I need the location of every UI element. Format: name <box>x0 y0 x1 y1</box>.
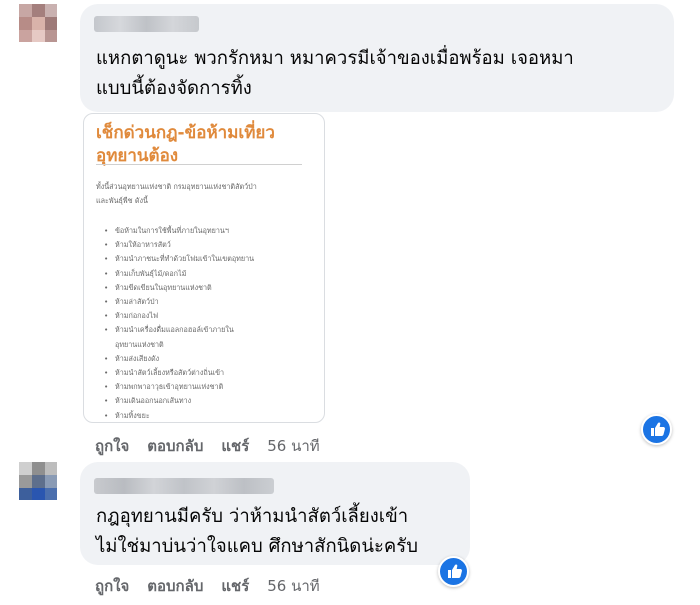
avatar-pixel <box>45 30 57 42</box>
author-name-blurred[interactable] <box>94 16 199 32</box>
rule-item-continuation: อุทยานแห่งชาติ <box>104 338 254 352</box>
timestamp[interactable]: 56 นาที <box>267 434 319 458</box>
comment-bubble[interactable]: แหกตาดูนะ พวกรักหมา หมาควรมีเจ้าของเมื่อ… <box>80 4 674 112</box>
rule-item: • ห้ามเดินออกนอกเส้นทาง <box>104 394 254 408</box>
comment-text-line: ไม่ใช่มาบ่นว่าใจแคบ ศึกษาสักนิดน่ะครับ <box>96 536 418 557</box>
image-title-line: อุทยานต้อง <box>96 146 179 166</box>
avatar-pixel <box>45 475 57 488</box>
reply-button[interactable]: ตอบกลับ <box>147 434 203 458</box>
avatar-pixel <box>19 475 32 488</box>
rule-item: • ห้ามให้อาหารสัตว์ <box>104 238 254 252</box>
rule-text: ห้ามเก็บพันธุ์ไม้/ดอกไม้ <box>115 268 187 278</box>
avatar-pixel <box>32 488 45 500</box>
rule-item: • ห้ามนำภาชนะที่ทำด้วยโฟมเข้าในเขตอุทยาน <box>104 252 254 266</box>
avatar-pixel <box>19 30 32 42</box>
rule-item: • ห้ามทิ้งขยะ <box>104 409 254 422</box>
thumbs-up-icon[interactable] <box>641 414 672 445</box>
attached-image[interactable]: เช็กด่วนกฎ-ข้อห้ามเที่ยว อุทยานต้อง ทั้ง… <box>83 113 325 423</box>
rule-item: • ข้อห้ามในการใช้พื้นที่ภายในอุทยานฯ <box>104 224 254 238</box>
bullet-icon: • <box>104 226 109 235</box>
comment-actions: ถูกใจ ตอบกลับ แชร์ 56 นาที <box>95 434 338 458</box>
bullet-icon: • <box>104 325 109 335</box>
rule-text: อุทยานแห่งชาติ <box>115 339 164 349</box>
avatar[interactable] <box>19 4 57 42</box>
rule-text: ห้ามนำสัตว์เลี้ยงหรือสัตว์ต่างถิ่นเข้า <box>115 368 225 378</box>
rule-text: ห้ามทิ้งขยะ <box>115 410 150 420</box>
reply-button[interactable]: ตอบกลับ <box>147 574 203 598</box>
avatar-pixel <box>45 17 57 30</box>
avatar-pixel <box>32 17 45 30</box>
avatar-pixel <box>19 4 32 17</box>
rule-text: ห้ามพกพาอาวุธเข้าอุทยานแห่งชาติ <box>115 382 224 392</box>
bullet-icon: • <box>104 254 109 264</box>
avatar-pixel <box>32 475 45 488</box>
rule-item: • ห้ามส่งเสียงดัง <box>104 352 254 366</box>
avatar-pixel <box>45 462 57 475</box>
rule-item: • ห้ามนำสัตว์เลี้ยงหรือสัตว์ต่างถิ่นเข้า <box>104 366 254 380</box>
avatar-pixel <box>45 488 57 500</box>
avatar-pixel <box>19 17 32 30</box>
bullet-icon: • <box>104 410 109 420</box>
avatar-pixel <box>32 4 45 17</box>
thumbs-up-glyph <box>651 422 665 436</box>
rules-list: • ข้อห้ามในการใช้พื้นที่ภายในอุทยานฯ • ห้า… <box>104 224 254 422</box>
image-divider <box>96 164 302 165</box>
image-intro-line: ทั้งนี้ส่วนอุทยานแห่งชาติ กรมอุทยานแห่งช… <box>96 182 257 191</box>
avatar-pixel <box>32 462 45 475</box>
comment-text-line: แบบนี้ต้องจัดการทิ้ง <box>96 78 252 99</box>
rule-item: • ห้ามขีดเขียนในอุทยานแห่งชาติ <box>104 281 254 295</box>
rule-item: • ห้ามล่าสัตว์ป่า <box>104 295 254 309</box>
rule-text: ห้ามให้อาหารสัตว์ <box>115 240 171 250</box>
avatar-pixel <box>19 462 32 475</box>
rule-text: ห้ามเดินออกนอกเส้นทาง <box>115 396 192 406</box>
avatar[interactable] <box>19 462 57 500</box>
comment-bubble[interactable]: กฎอุทยานมีครับ ว่าห้ามนำสัตว์เลี้ยงเข้า … <box>80 462 470 565</box>
rule-text: ห้ามล่าสัตว์ป่า <box>115 297 159 307</box>
rule-text: ห้ามนำเครื่องดื่มแอลกอฮอล์เข้าภายใน <box>115 325 234 335</box>
image-intro-line: และพันธุ์พืช ดังนี้ <box>96 196 148 205</box>
rule-text: ข้อห้ามในการใช้พื้นที่ภายในอุทยานฯ <box>115 226 229 235</box>
share-button[interactable]: แชร์ <box>221 574 249 598</box>
comment-actions: ถูกใจ ตอบกลับ แชร์ 56 นาที <box>95 574 338 598</box>
bullet-icon: • <box>104 240 109 250</box>
rule-item: • ห้ามก่อกองไฟ <box>104 309 254 323</box>
bullet-icon: • <box>104 382 109 392</box>
rule-text: ห้ามส่งเสียงดัง <box>115 353 160 363</box>
thumbs-up-glyph <box>448 564 462 578</box>
bullet-icon: • <box>104 396 109 406</box>
bullet-icon: • <box>104 268 109 278</box>
rule-item: • ห้ามเก็บพันธุ์ไม้/ดอกไม้ <box>104 267 254 281</box>
like-button[interactable]: ถูกใจ <box>95 434 129 458</box>
comment-text-line: กฎอุทยานมีครับ ว่าห้ามนำสัตว์เลี้ยงเข้า <box>96 506 409 527</box>
avatar-pixel <box>45 4 57 17</box>
avatar-pixel <box>19 488 32 500</box>
author-name-blurred[interactable] <box>94 478 274 494</box>
bullet-icon: • <box>104 297 109 307</box>
rule-item: • ห้ามพกพาอาวุธเข้าอุทยานแห่งชาติ <box>104 380 254 394</box>
rule-text: ห้ามนำภาชนะที่ทำด้วยโฟมเข้าในเขตอุทยาน <box>115 254 255 264</box>
share-button[interactable]: แชร์ <box>221 434 249 458</box>
thumbs-up-icon[interactable] <box>438 556 469 587</box>
timestamp[interactable]: 56 นาที <box>267 574 319 598</box>
avatar-pixel <box>32 30 45 42</box>
bullet-icon: • <box>104 282 109 292</box>
bullet-icon: • <box>104 368 109 378</box>
rule-text: ห้ามก่อกองไฟ <box>115 311 159 321</box>
rule-text: ห้ามขีดเขียนในอุทยานแห่งชาติ <box>115 282 212 292</box>
like-button[interactable]: ถูกใจ <box>95 574 129 598</box>
comment-text-line: แหกตาดูนะ พวกรักหมา หมาควรมีเจ้าของเมื่อ… <box>96 48 574 69</box>
bullet-icon: • <box>104 311 109 321</box>
rule-item: • ห้ามนำเครื่องดื่มแอลกอฮอล์เข้าภายใน <box>104 323 254 337</box>
bullet-icon: • <box>104 353 109 363</box>
